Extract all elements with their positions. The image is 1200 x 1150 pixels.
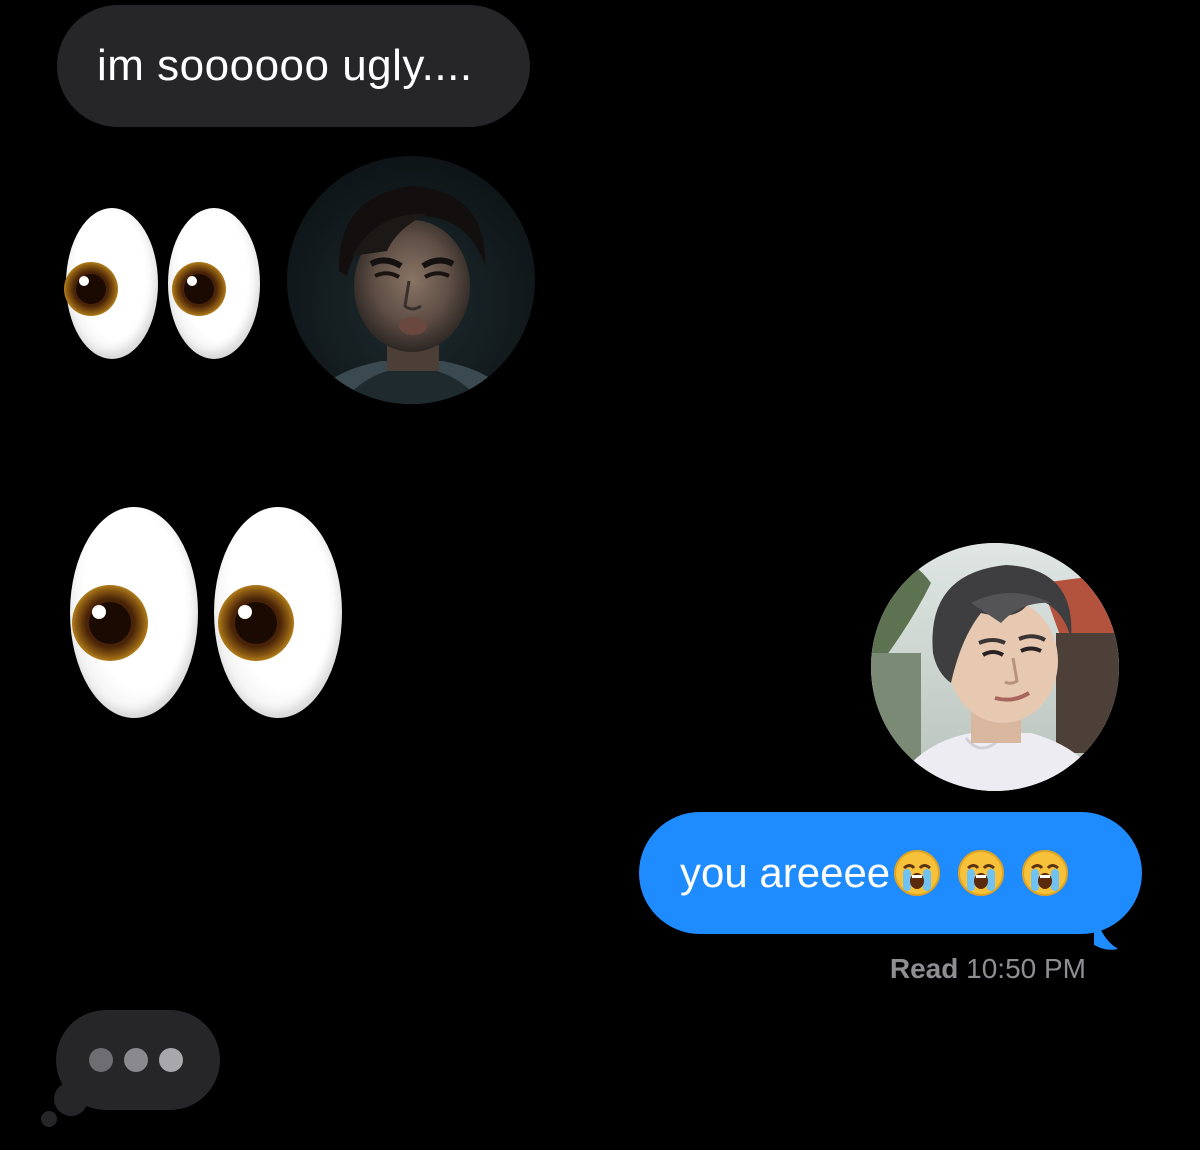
avatar-photo-2 bbox=[871, 543, 1119, 791]
incoming-message-text: im soooooo ugly.... bbox=[97, 41, 473, 90]
loudly-crying-face-icon bbox=[894, 850, 941, 896]
typing-indicator bbox=[56, 1010, 220, 1110]
eyes-emoji-small[interactable] bbox=[62, 206, 262, 361]
avatar-photo-1 bbox=[307, 186, 515, 404]
read-status: Read bbox=[889, 953, 959, 984]
contact-avatar[interactable] bbox=[287, 156, 535, 404]
loudly-crying-face-icon bbox=[1022, 850, 1069, 896]
typing-dot bbox=[89, 1048, 113, 1072]
read-time: 10:50 PM bbox=[966, 953, 1086, 984]
typing-dot bbox=[124, 1048, 148, 1072]
outgoing-message-bubble[interactable]: you areeee bbox=[639, 812, 1142, 934]
left-eye bbox=[70, 507, 198, 718]
conversation-view: im soooooo ugly.... you areeee Read 10:5… bbox=[0, 0, 1200, 1150]
outgoing-bubble-tail bbox=[1094, 905, 1118, 950]
typing-dot bbox=[159, 1048, 183, 1072]
loudly-crying-face-icon bbox=[958, 850, 1005, 896]
right-eye bbox=[168, 208, 260, 359]
typing-indicator-tail-small bbox=[41, 1111, 57, 1127]
read-receipt: Read 10:50 PM bbox=[890, 953, 1086, 985]
user-avatar[interactable] bbox=[871, 543, 1119, 791]
left-eye bbox=[64, 208, 158, 359]
right-eye bbox=[214, 507, 342, 718]
incoming-message-bubble[interactable]: im soooooo ugly.... bbox=[57, 5, 530, 127]
outgoing-message-text: you areeee bbox=[680, 849, 891, 896]
eyes-emoji-large[interactable] bbox=[68, 505, 348, 720]
